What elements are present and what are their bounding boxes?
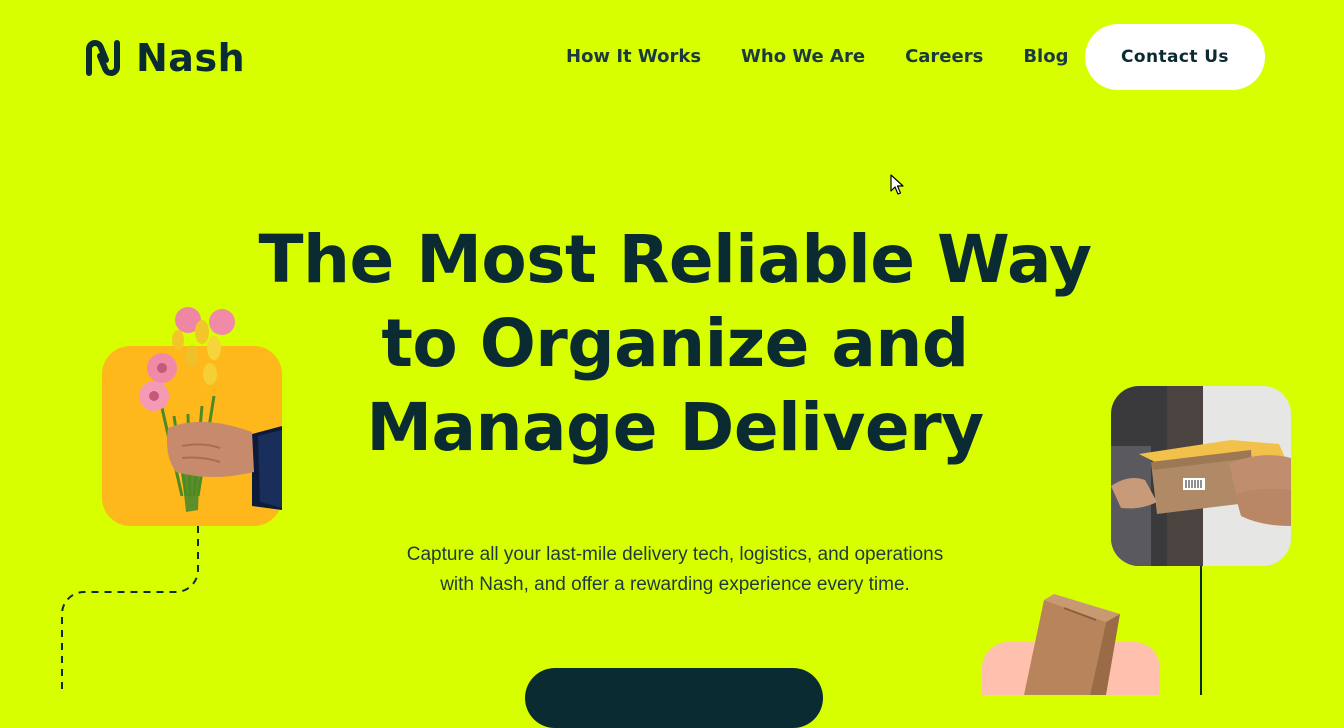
connector-line [1200, 566, 1202, 695]
contact-us-button[interactable]: Contact Us [1085, 24, 1265, 90]
cardboard-box-image [978, 592, 1162, 695]
headline-line: to Organize and [381, 305, 969, 382]
nav-link-how-it-works[interactable]: How It Works [566, 46, 701, 67]
package-handover-image [1111, 386, 1291, 566]
headline-line: The Most Reliable Way [258, 221, 1092, 298]
mouse-cursor-icon [890, 174, 904, 195]
hand-holding-flowers-image [102, 307, 282, 526]
get-started-button[interactable] [525, 668, 823, 728]
brand-name: Nash [136, 36, 246, 80]
hero-headline: The Most Reliable Way to Organize and Ma… [200, 218, 1150, 470]
dashed-route-decoration [61, 526, 199, 695]
subtext-line: with Nash, and offer a rewarding experie… [440, 574, 910, 595]
nav-link-careers[interactable]: Careers [905, 46, 983, 67]
nash-logo-icon [86, 40, 120, 76]
main-nav: How It Works Who We Are Careers Blog [566, 46, 1068, 67]
subtext-line: Capture all your last-mile delivery tech… [406, 544, 944, 565]
nav-link-blog[interactable]: Blog [1023, 46, 1068, 67]
brand-logo[interactable]: Nash [84, 38, 245, 78]
hero-subtext: Capture all your last-mile delivery tech… [340, 540, 1010, 600]
nav-link-who-we-are[interactable]: Who We Are [741, 46, 865, 67]
headline-line: Manage Delivery [366, 389, 984, 466]
